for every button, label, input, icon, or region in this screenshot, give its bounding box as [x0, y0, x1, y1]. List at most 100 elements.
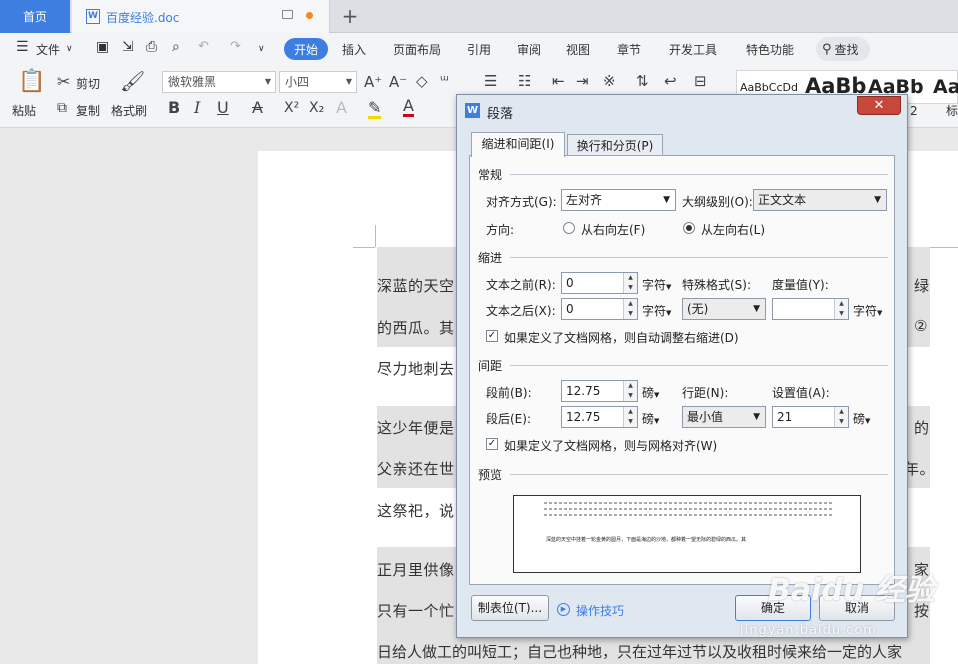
monitor-icon[interactable] [282, 10, 293, 19]
paste-button[interactable]: 粘贴 [12, 102, 36, 119]
undo-icon[interactable]: ↶ [198, 39, 209, 54]
menu-file[interactable]: 文件 [36, 41, 60, 58]
unit-dropdown[interactable]: 字符▼ [642, 276, 671, 293]
chinese-layout-icon[interactable]: ※ [603, 73, 616, 89]
tabs-button[interactable]: 制表位(T)... [471, 595, 549, 621]
rtl-label[interactable]: 从右向左(F) [581, 221, 645, 238]
style-heading3[interactable]: Aal [933, 76, 958, 98]
redo-icon[interactable]: ↷ [230, 39, 241, 54]
unit-dropdown[interactable]: 字符▼ [853, 302, 882, 319]
phonetic-guide-icon[interactable]: ᵚ [440, 73, 449, 89]
setting-value-input[interactable]: 21 ▲ ▼ [772, 406, 849, 428]
tab-document-label: 百度经验.doc [106, 11, 180, 25]
shrink-font-icon[interactable]: A⁻ [389, 74, 407, 90]
unit-dropdown[interactable]: 磅▼ [642, 384, 659, 401]
underline-icon[interactable]: U [217, 100, 229, 116]
before-text-input[interactable]: 0 ▲ ▼ [561, 272, 638, 294]
numbering-icon[interactable]: ☷ [518, 73, 531, 89]
close-button[interactable]: ✕ [857, 96, 901, 115]
divider [510, 365, 888, 366]
menu-review[interactable]: 审阅 [517, 41, 541, 58]
copy-icon[interactable]: ⧉ [57, 100, 67, 116]
chevron-down-icon[interactable]: ∨ [66, 44, 73, 54]
unit-dropdown[interactable]: 字符▼ [642, 302, 671, 319]
bold-icon[interactable]: B [168, 100, 180, 116]
format-painter-icon[interactable]: 🖌 [120, 71, 145, 91]
menu-section[interactable]: 章节 [617, 41, 641, 58]
tab-indent-spacing[interactable]: 缩进和间距(I) [471, 132, 565, 157]
spinner-arrows-icon[interactable]: ▲ ▼ [623, 299, 637, 319]
style-normal[interactable]: AaBbCcDd [740, 81, 798, 94]
outline-level-value: 正文文本 [758, 193, 807, 207]
play-icon[interactable]: ▶ [557, 603, 570, 616]
snap-grid-checkbox[interactable]: ✓ [486, 438, 498, 450]
save-icon[interactable]: ▣ [96, 39, 109, 55]
font-family-select[interactable]: 微软雅黑 ▼ [162, 71, 276, 93]
unit-dropdown[interactable]: 磅▼ [642, 410, 659, 427]
tab-document[interactable]: W 百度经验.doc [72, 0, 330, 33]
decrease-indent-icon[interactable]: ⇤ [552, 73, 565, 89]
measure-input[interactable]: ▲ ▼ [772, 298, 849, 320]
superscript-icon[interactable]: X² [284, 100, 299, 116]
sort-icon[interactable]: ⇅ [636, 73, 649, 89]
doc-line-end: 的 [914, 419, 930, 437]
space-after-input[interactable]: 12.75 ▲ ▼ [561, 406, 638, 428]
hamburger-icon[interactable]: ☰ [16, 39, 29, 55]
unit-dropdown[interactable]: 磅▼ [853, 410, 870, 427]
auto-indent-label[interactable]: 如果定义了文档网格，则自动调整右缩进(D) [504, 329, 739, 346]
highlight-icon[interactable]: ✎ [368, 100, 382, 119]
format-painter-button[interactable]: 格式刷 [111, 102, 147, 119]
menu-start[interactable]: 开始 [284, 38, 328, 60]
spinner-arrows-icon[interactable]: ▲ ▼ [834, 299, 848, 319]
menu-view[interactable]: 视图 [566, 41, 590, 58]
strikethrough-icon[interactable]: A [252, 100, 263, 116]
special-format-select[interactable]: (无) ▼ [682, 298, 766, 320]
menu-special-features[interactable]: 特色功能 [746, 41, 794, 58]
menu-references[interactable]: 引用 [467, 41, 491, 58]
paste-icon[interactable]: 📋 [18, 71, 45, 93]
spinner-arrows-icon[interactable]: ▲ ▼ [623, 381, 637, 401]
line-spacing-icon[interactable]: ↩ [664, 73, 677, 89]
new-tab-plus-icon[interactable]: + [338, 3, 362, 29]
ltr-radio[interactable] [683, 222, 695, 234]
copy-button[interactable]: 复制 [76, 102, 100, 119]
export-icon[interactable]: ⇲ [122, 39, 134, 55]
menu-developer[interactable]: 开发工具 [669, 41, 717, 58]
font-size-select[interactable]: 小四 ▼ [279, 71, 357, 93]
alignment-select[interactable]: 左对齐 ▼ [561, 189, 676, 211]
spinner-arrows-icon[interactable]: ▲ ▼ [834, 407, 848, 427]
line-spacing-select[interactable]: 最小值 ▼ [682, 406, 766, 428]
unit-label: 字符 [642, 278, 667, 292]
spinner-arrows-icon[interactable]: ▲ ▼ [623, 273, 637, 293]
scissors-icon[interactable]: ✂ [57, 74, 70, 90]
bullets-icon[interactable]: ☰ [484, 73, 497, 89]
line-spacing-value: 最小值 [687, 410, 724, 424]
after-text-input[interactable]: 0 ▲ ▼ [561, 298, 638, 320]
menu-insert[interactable]: 插入 [342, 41, 366, 58]
table-border-icon[interactable]: ⊟ [694, 73, 707, 89]
subscript-icon[interactable]: X₂ [309, 100, 324, 116]
search-button[interactable]: ⚲ 查找 [816, 37, 870, 61]
spinner-arrows-icon[interactable]: ▲ ▼ [623, 407, 637, 427]
tab-home[interactable]: 首页 [0, 0, 70, 33]
dialog-title-bar[interactable]: W 段落 ✕ [457, 95, 907, 125]
grow-font-icon[interactable]: A⁺ [364, 74, 382, 90]
snap-grid-label[interactable]: 如果定义了文档网格，则与网格对齐(W) [504, 437, 717, 454]
tips-link[interactable]: 操作技巧 [576, 602, 624, 619]
auto-indent-checkbox[interactable]: ✓ [486, 330, 498, 342]
chevron-down-icon: ▼ [654, 391, 660, 399]
italic-icon[interactable]: I [194, 100, 200, 116]
menu-page-layout[interactable]: 页面布局 [393, 41, 441, 58]
rtl-radio[interactable] [563, 222, 575, 234]
font-color-icon[interactable]: A [403, 98, 414, 117]
ltr-label[interactable]: 从左向右(L) [701, 221, 765, 238]
outline-level-select[interactable]: 正文文本 ▼ [753, 189, 887, 211]
clear-format-icon[interactable]: ◇ [416, 73, 428, 89]
quick-access-chevron-icon[interactable]: ∨ [258, 44, 265, 54]
print-preview-icon[interactable]: ⌕ [172, 39, 180, 55]
space-before-input[interactable]: 12.75 ▲ ▼ [561, 380, 638, 402]
text-effect-icon[interactable]: A [336, 100, 347, 116]
print-icon[interactable]: ⎙ [146, 39, 157, 55]
increase-indent-icon[interactable]: ⇥ [576, 73, 589, 89]
cut-button[interactable]: 剪切 [76, 75, 100, 92]
